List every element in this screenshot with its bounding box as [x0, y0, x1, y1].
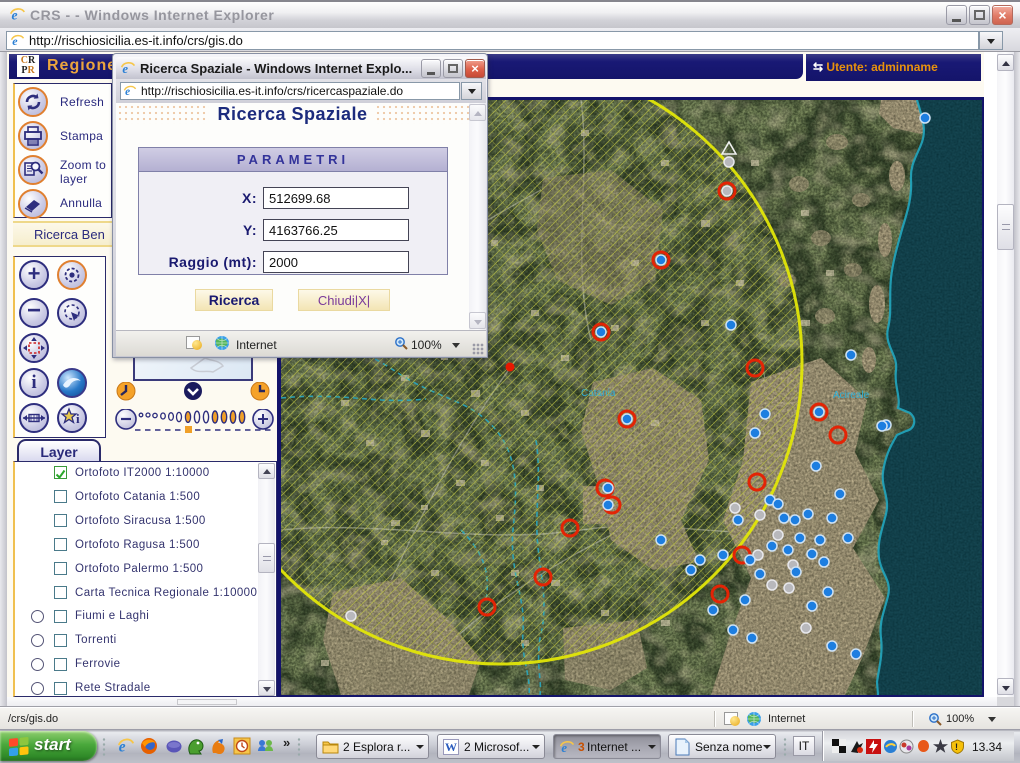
svg-text:Acireale: Acireale: [833, 390, 870, 401]
svg-text:i: i: [76, 411, 80, 426]
svg-text:!: !: [955, 742, 958, 752]
